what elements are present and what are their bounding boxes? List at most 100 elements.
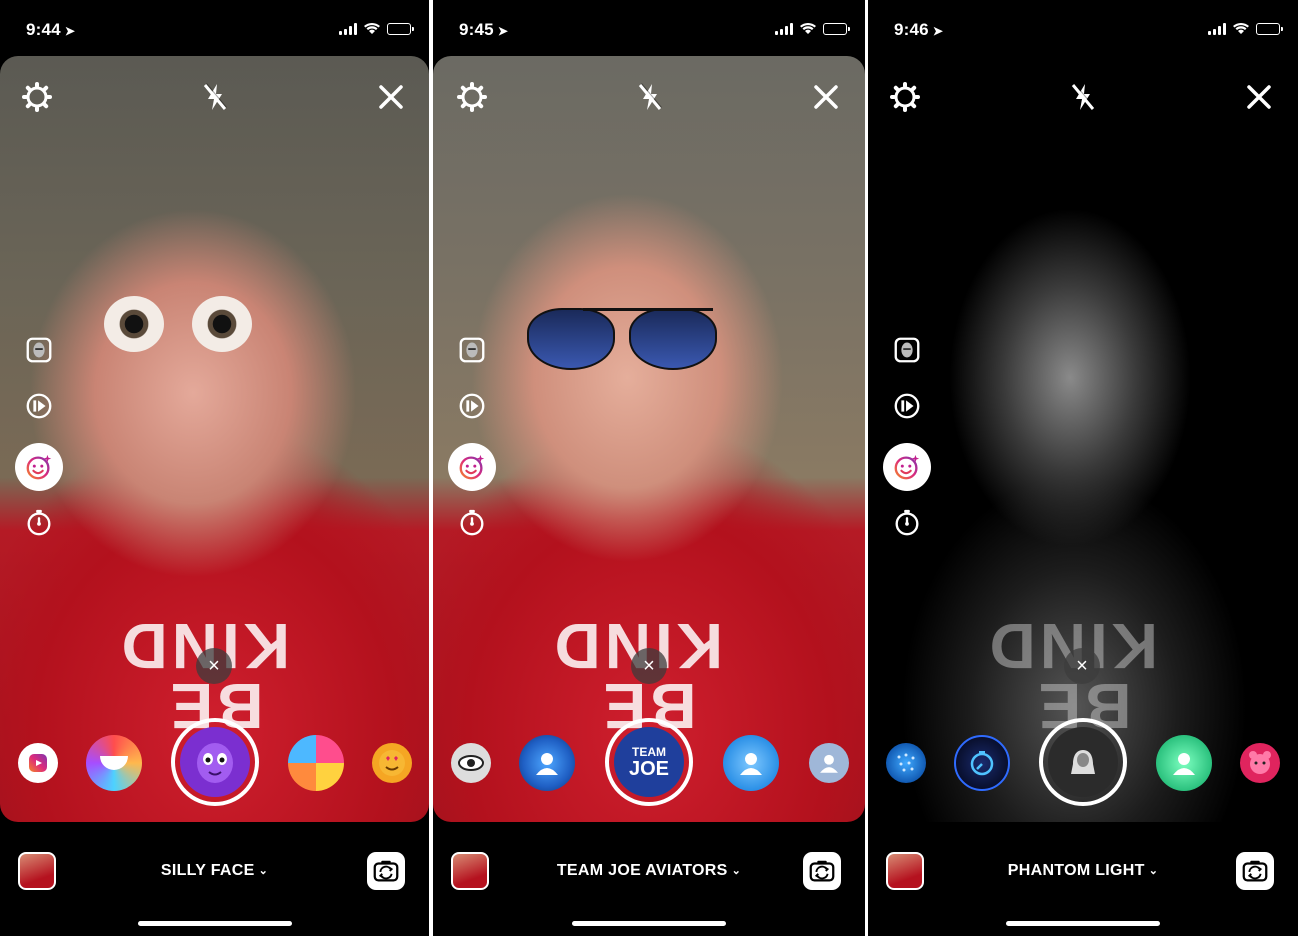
wifi-icon bbox=[364, 22, 380, 34]
status-bar: 9:45 ➤ bbox=[433, 0, 865, 56]
timer-button[interactable] bbox=[447, 506, 497, 538]
effect-name-selector[interactable]: TEAM JOE AVIATORS ⌄ bbox=[433, 862, 865, 880]
boomerang-button[interactable] bbox=[14, 390, 64, 422]
status-bar: 9:46 ➤ bbox=[868, 0, 1298, 56]
remove-effect-button[interactable]: × bbox=[196, 648, 232, 684]
remove-effect-button[interactable]: × bbox=[631, 648, 667, 684]
effect-pink-animal[interactable] bbox=[1240, 743, 1280, 783]
battery-icon bbox=[387, 22, 414, 35]
close-button[interactable] bbox=[809, 80, 843, 114]
timer-icon bbox=[892, 507, 922, 537]
effect-blue-portrait[interactable] bbox=[519, 735, 575, 791]
phantom-light-icon bbox=[1048, 727, 1118, 797]
bottom-bar: PHANTOM LIGHT ⌄ bbox=[868, 836, 1298, 906]
flash-off-icon bbox=[1067, 81, 1099, 113]
effect-name-selector[interactable]: PHANTOM LIGHT ⌄ bbox=[868, 862, 1298, 880]
boomerang-icon bbox=[457, 391, 487, 421]
phone-screen-team-joe-aviators: 9:45 ➤ BE KIND × TEAM JOE TEAM JOE AVIAT… bbox=[433, 0, 865, 936]
effects-button[interactable] bbox=[14, 442, 64, 492]
wifi-icon bbox=[800, 22, 816, 34]
aviator-lens-right bbox=[629, 308, 717, 370]
status-icons bbox=[1208, 22, 1283, 35]
close-button[interactable] bbox=[374, 80, 408, 114]
effect-name-selector[interactable]: SILLY FACE ⌄ bbox=[0, 862, 429, 880]
cartoon-eye-left bbox=[104, 296, 164, 352]
flip-camera-button[interactable] bbox=[1236, 852, 1274, 890]
heart-eyes-icon bbox=[379, 750, 405, 776]
reels-effect[interactable] bbox=[18, 743, 58, 783]
alien-face-icon bbox=[180, 727, 250, 797]
particles-icon bbox=[897, 753, 915, 772]
effect-light-blue-portrait[interactable] bbox=[723, 735, 779, 791]
settings-button[interactable] bbox=[455, 80, 489, 114]
location-arrow-icon: ➤ bbox=[932, 24, 944, 38]
person-icon bbox=[735, 747, 767, 779]
flash-off-icon bbox=[634, 81, 666, 113]
close-icon bbox=[375, 81, 407, 113]
effects-tray: TEAM JOE bbox=[433, 718, 865, 808]
timer-button[interactable] bbox=[882, 506, 932, 538]
close-button[interactable] bbox=[1242, 80, 1276, 114]
effects-icon bbox=[24, 452, 54, 482]
face-filter-button[interactable] bbox=[882, 334, 932, 366]
bottom-bar: SILLY FACE ⌄ bbox=[0, 836, 429, 906]
flip-camera-button[interactable] bbox=[367, 852, 405, 890]
phone-screen-phantom-light: 9:46 ➤ BE KIND × PHANTOM LIGHT ⌄ bbox=[868, 0, 1298, 936]
timer-button[interactable] bbox=[14, 506, 64, 538]
settings-icon bbox=[21, 81, 53, 113]
effect-eye[interactable] bbox=[451, 743, 491, 783]
person-icon bbox=[1168, 747, 1200, 779]
settings-icon bbox=[889, 81, 921, 113]
animal-face-icon bbox=[1249, 751, 1271, 774]
effects-icon bbox=[457, 452, 487, 482]
camera-preview: BE KIND × bbox=[0, 56, 429, 822]
effect-selected[interactable] bbox=[171, 718, 259, 806]
flip-camera-button[interactable] bbox=[803, 852, 841, 890]
face-filter-icon bbox=[24, 335, 54, 365]
boomerang-icon bbox=[24, 391, 54, 421]
face-filter-icon bbox=[892, 335, 922, 365]
remove-effect-button[interactable]: × bbox=[1064, 648, 1100, 684]
home-indicator bbox=[1006, 921, 1160, 926]
face-filter-button[interactable] bbox=[447, 334, 497, 366]
face-filter-button[interactable] bbox=[14, 334, 64, 366]
effects-button[interactable] bbox=[882, 442, 932, 492]
effects-button[interactable] bbox=[447, 442, 497, 492]
aviator-bridge bbox=[583, 308, 713, 311]
settings-button[interactable] bbox=[20, 80, 54, 114]
status-bar: 9:44 ➤ bbox=[0, 0, 429, 56]
camera-preview: BE KIND × bbox=[868, 56, 1298, 822]
chevron-down-icon: ⌄ bbox=[1148, 865, 1159, 877]
settings-icon bbox=[456, 81, 488, 113]
effect-selected[interactable]: TEAM JOE bbox=[605, 718, 693, 806]
close-icon bbox=[1243, 81, 1275, 113]
bottom-bar: TEAM JOE AVIATORS ⌄ bbox=[433, 836, 865, 906]
flash-toggle-button[interactable] bbox=[1066, 80, 1100, 114]
effect-color-wheel[interactable] bbox=[288, 735, 344, 791]
effect-sparkle-portrait[interactable] bbox=[809, 743, 849, 783]
status-time: 9:46 ➤ bbox=[894, 20, 944, 39]
badge-text-top: TEAM bbox=[632, 744, 666, 759]
effect-rainbow-eye[interactable] bbox=[86, 735, 142, 791]
location-arrow-icon: ➤ bbox=[497, 24, 509, 38]
boomerang-button[interactable] bbox=[447, 390, 497, 422]
timer-icon bbox=[24, 507, 54, 537]
settings-button[interactable] bbox=[888, 80, 922, 114]
effects-tray bbox=[0, 718, 429, 808]
battery-icon bbox=[1256, 22, 1283, 35]
effect-green-portrait[interactable] bbox=[1156, 735, 1212, 791]
boomerang-button[interactable] bbox=[882, 390, 932, 422]
reels-icon bbox=[29, 754, 47, 772]
effect-selected[interactable] bbox=[1039, 718, 1127, 806]
home-indicator bbox=[137, 921, 292, 926]
person-icon bbox=[816, 750, 842, 776]
effect-blue-particles[interactable] bbox=[886, 743, 926, 783]
flash-toggle-button[interactable] bbox=[198, 80, 232, 114]
effect-stopwatch[interactable] bbox=[954, 735, 1010, 791]
effect-heart-eyes[interactable] bbox=[372, 743, 412, 783]
stopwatch-icon bbox=[970, 751, 994, 776]
status-icons bbox=[775, 22, 850, 35]
flash-toggle-button[interactable] bbox=[633, 80, 667, 114]
status-icons bbox=[339, 22, 414, 35]
close-icon bbox=[810, 81, 842, 113]
